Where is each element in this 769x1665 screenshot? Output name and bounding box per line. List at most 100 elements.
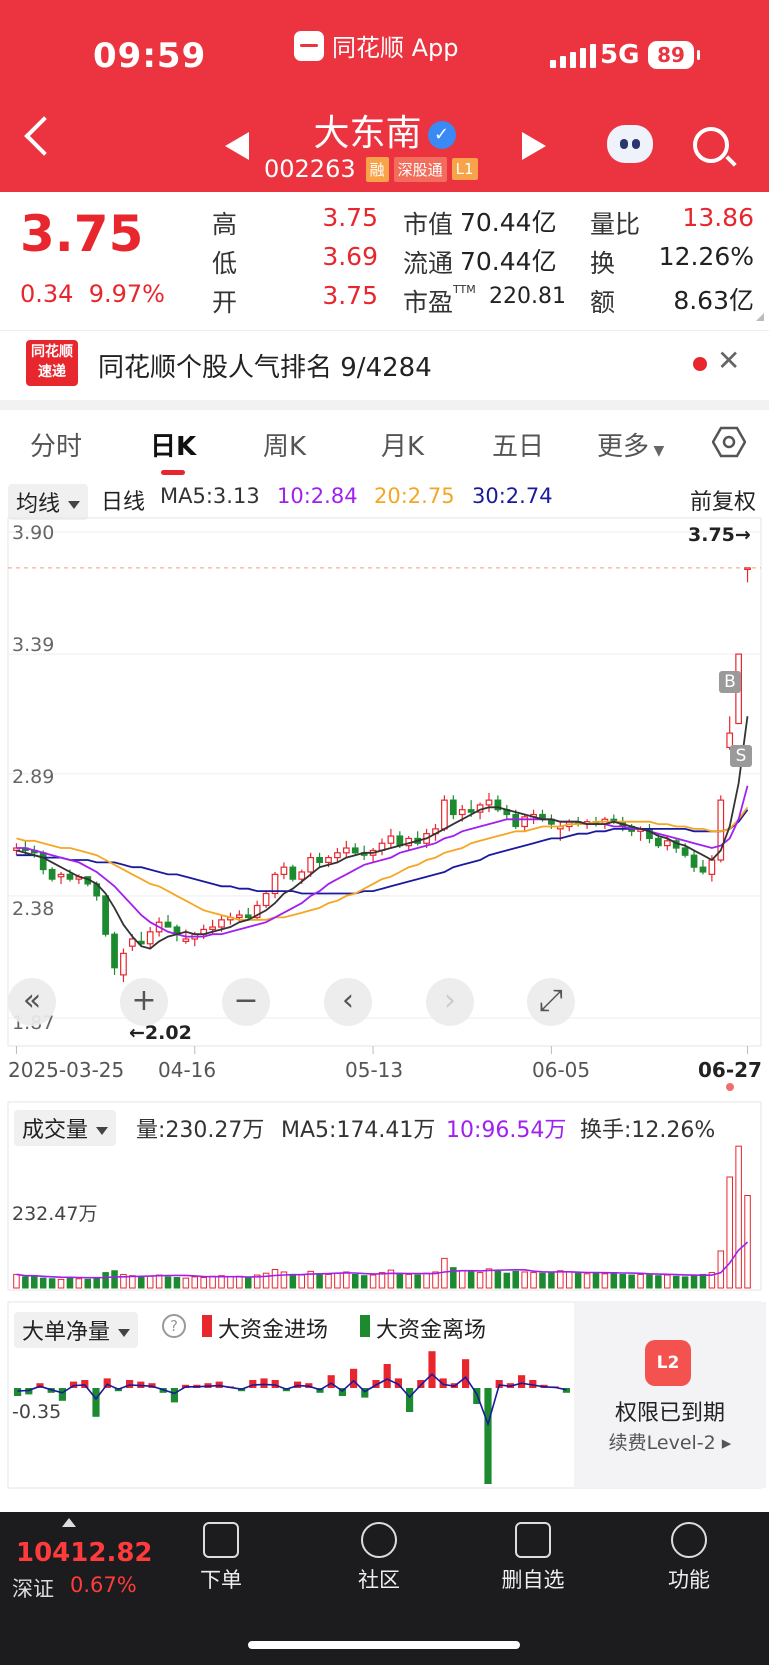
scroll-left-button[interactable]: ‹	[324, 978, 372, 1026]
candle-down	[66, 873, 74, 880]
candle-up	[128, 938, 136, 947]
volume-bar	[548, 1272, 555, 1289]
volume-bar	[209, 1275, 216, 1289]
buy-marker[interactable]: B	[719, 671, 741, 693]
volume-bar	[530, 1272, 537, 1289]
volume-bar	[672, 1275, 680, 1289]
volume-bar	[271, 1269, 279, 1289]
volume-bar	[378, 1272, 386, 1289]
candle-up	[280, 866, 288, 875]
inflow-legend-icon	[202, 1315, 212, 1337]
volume-bar	[512, 1270, 519, 1289]
volume-bar	[236, 1275, 243, 1289]
ma10-line	[16, 785, 749, 938]
candle-down	[48, 868, 56, 880]
y-tick-3: 2.89	[12, 766, 55, 788]
fund-inflow-bar	[350, 1368, 358, 1388]
volume-bar	[351, 1273, 359, 1289]
volume-bar	[84, 1278, 92, 1289]
volume-bar	[637, 1273, 644, 1289]
volume-bar	[155, 1274, 163, 1289]
functions-icon	[671, 1522, 707, 1558]
nav-remove-watchlist[interactable]: 删自选	[488, 1522, 578, 1594]
volume-bar	[369, 1274, 377, 1289]
fund-outflow-bar	[58, 1388, 66, 1401]
volume-bar	[48, 1278, 56, 1289]
candle-down	[449, 799, 457, 816]
volume-bar	[325, 1273, 332, 1289]
volume-bar	[173, 1277, 181, 1289]
remove-watchlist-icon	[515, 1522, 551, 1558]
candle-up	[146, 931, 154, 945]
x-tick-4: 06-05	[532, 1058, 591, 1082]
volume-bar	[628, 1274, 635, 1289]
candle-down	[244, 914, 252, 919]
volume-ma5: MA5:174.41万	[281, 1118, 436, 1143]
fund-outflow-bar	[14, 1388, 22, 1396]
candle-down	[102, 895, 109, 935]
volume-bar	[664, 1274, 671, 1289]
candle-down	[690, 854, 698, 868]
sell-marker[interactable]: S	[730, 745, 752, 767]
volume-bar	[521, 1271, 528, 1289]
nav-order[interactable]: 下单	[176, 1522, 266, 1594]
zoom-in-button[interactable]: +	[120, 978, 168, 1026]
y-tick-4: 2.38	[12, 898, 55, 920]
candle-up	[218, 919, 225, 928]
volume-bar	[726, 1176, 733, 1289]
nav-functions[interactable]: 功能	[644, 1522, 734, 1594]
volume-bar	[690, 1275, 698, 1289]
volume-bar	[182, 1277, 190, 1289]
candle-up	[209, 926, 216, 931]
candle-up	[57, 873, 65, 878]
candle-up	[182, 938, 190, 942]
volume-bar	[138, 1276, 145, 1289]
candle-up	[458, 809, 466, 816]
volume-bar	[200, 1277, 207, 1289]
volume-bar	[414, 1274, 421, 1289]
candle-up	[235, 914, 243, 919]
candle-up	[307, 856, 315, 873]
index-name: 深证	[12, 1577, 54, 1601]
last-price-marker: 3.75→	[688, 524, 751, 546]
candle-down	[512, 813, 520, 828]
volume-bar	[583, 1273, 591, 1289]
volume-bar	[610, 1272, 618, 1289]
volume-bar	[423, 1272, 430, 1289]
volume-bar	[191, 1276, 199, 1289]
fund-outflow-bar	[170, 1388, 178, 1403]
renew-link[interactable]: 续费Level-2 ▸	[574, 1428, 766, 1455]
index-expand-icon[interactable]	[62, 1518, 76, 1527]
candle-up	[387, 835, 395, 844]
candle-up	[342, 847, 350, 854]
fund-outflow-bar	[406, 1388, 414, 1412]
nav-community[interactable]: 社区	[334, 1522, 424, 1594]
volume-value: 量:230.27万	[136, 1118, 265, 1143]
order-icon	[203, 1522, 239, 1558]
volume-bar	[699, 1273, 707, 1289]
volume-bar	[146, 1275, 154, 1289]
volume-bar	[13, 1273, 20, 1289]
volume-selector[interactable]: 成交量	[14, 1110, 117, 1146]
candle-up	[298, 871, 306, 880]
x-tick-3: 05-13	[345, 1058, 404, 1082]
fund-flow-selector[interactable]: 大单净量	[14, 1312, 139, 1348]
index-value[interactable]: 10412.82	[16, 1538, 153, 1568]
zoom-out-button[interactable]: −	[222, 978, 270, 1026]
scroll-right-button[interactable]: ›	[426, 978, 474, 1026]
volume-bar	[218, 1275, 225, 1289]
volume-bar	[601, 1273, 609, 1289]
help-icon[interactable]: ?	[162, 1314, 186, 1338]
candle-up	[334, 852, 341, 859]
volume-bar	[360, 1275, 368, 1289]
fund-inflow-bar	[327, 1375, 335, 1388]
fund-inflow-bar	[271, 1380, 279, 1388]
fullscreen-button[interactable]: ⤢	[527, 978, 575, 1026]
scroll-left-fast-button[interactable]: «	[8, 978, 56, 1026]
candle-up	[744, 567, 751, 571]
candle-up	[325, 856, 332, 863]
volume-bar	[316, 1273, 323, 1289]
x-tick-1: 2025-03-25	[8, 1058, 125, 1082]
volume-bar	[227, 1276, 234, 1289]
candle-up	[485, 799, 493, 806]
